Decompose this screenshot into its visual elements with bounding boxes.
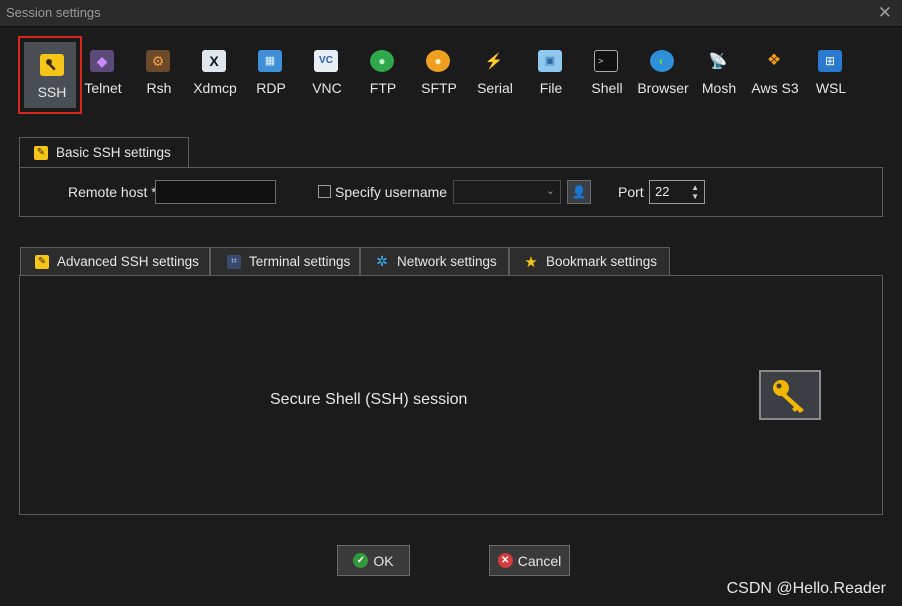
cancel-label: Cancel (517, 552, 562, 569)
check-icon: ✓ (353, 553, 369, 568)
browser-icon: ◐ (650, 50, 674, 72)
protocol-browser[interactable]: ◐ Browser (635, 36, 691, 112)
tab-label: Terminal settings (249, 254, 351, 269)
chevron-down-icon: ⌄ (545, 185, 555, 197)
protocol-ssh[interactable]: SSH (18, 36, 82, 114)
tab-label: Basic SSH settings (56, 145, 171, 160)
vnc-icon: VC (314, 50, 338, 72)
rdp-icon: ▦ (258, 50, 282, 72)
session-settings-dialog: Session settings ✕ SSH ◆ Telnet ⚙ Rsh X … (0, 0, 902, 606)
tab-label: Bookmark settings (546, 254, 658, 269)
specify-username-label: Specify username (335, 184, 448, 200)
wrench-icon: ✎ (35, 254, 49, 269)
tab-label: Network settings (397, 254, 497, 269)
cancel-icon: ✕ (497, 553, 513, 568)
protocol-serial[interactable]: ⚡ Serial (467, 36, 523, 112)
sftp-icon: ● (426, 50, 450, 72)
protocol-vnc[interactable]: VC VNC (299, 36, 355, 112)
file-icon: ▣ (538, 50, 562, 72)
tab-advanced-ssh-settings[interactable]: ✎ Advanced SSH settings (20, 247, 210, 275)
protocol-label: SSH (37, 84, 67, 100)
username-select[interactable]: ⌄ (453, 180, 561, 204)
spin-up-icon[interactable]: ▲ (691, 183, 699, 192)
protocol-label: Xdmcp (193, 80, 237, 96)
network-icon: ✲ (376, 253, 388, 269)
title-bar: Session settings ✕ (0, 0, 902, 27)
wsl-icon: ⊞ (818, 50, 842, 72)
basic-settings-group: Remote host * Specify username ⌄ 👤 Port … (19, 167, 883, 217)
protocol-label: File (539, 80, 563, 96)
protocol-label: WSL (815, 80, 847, 96)
port-value: 22 (655, 184, 670, 199)
spin-down-icon[interactable]: ▼ (691, 192, 699, 201)
protocol-label: SFTP (421, 80, 457, 96)
protocol-shell[interactable]: > Shell (579, 36, 635, 112)
tab-bookmark-settings[interactable]: ★ Bookmark settings (509, 247, 670, 275)
cancel-button[interactable]: ✕ Cancel (489, 545, 570, 576)
specify-username-checkbox[interactable] (318, 185, 331, 198)
protocol-xdmcp[interactable]: X Xdmcp (187, 36, 243, 112)
session-info-panel: Secure Shell (SSH) session (19, 275, 883, 515)
ok-label: OK (373, 552, 394, 569)
window-title: Session settings (6, 5, 101, 20)
aws-s3-icon: ❖ (762, 50, 786, 72)
protocol-label: Serial (477, 80, 513, 96)
protocol-label: Shell (591, 80, 623, 96)
tab-terminal-settings[interactable]: ⌗ Terminal settings (210, 247, 360, 275)
xdmcp-icon: X (202, 50, 226, 72)
protocol-mosh[interactable]: 📡 Mosh (691, 36, 747, 112)
protocol-rdp[interactable]: ▦ RDP (243, 36, 299, 112)
protocol-toolbar: SSH ◆ Telnet ⚙ Rsh X Xdmcp ▦ RDP VC VNC … (18, 36, 888, 114)
protocol-label: Browser (637, 80, 689, 96)
remote-host-label: Remote host * (68, 184, 157, 200)
watermark: CSDN @Hello.Reader (726, 580, 886, 597)
tab-basic-ssh-settings[interactable]: ✎ Basic SSH settings (19, 137, 189, 167)
remote-host-input[interactable] (155, 180, 276, 204)
protocol-label: Mosh (701, 80, 737, 96)
protocol-label: VNC (312, 80, 342, 96)
terminal-icon: ⌗ (227, 254, 241, 269)
ok-button[interactable]: ✓ OK (337, 545, 410, 576)
protocol-wsl[interactable]: ⊞ WSL (803, 36, 859, 112)
mosh-icon: 📡 (706, 50, 730, 72)
wrench-icon: ✎ (34, 145, 48, 160)
protocol-ftp[interactable]: ● FTP (355, 36, 411, 112)
telnet-icon: ◆ (90, 50, 114, 72)
protocol-label: Aws S3 (751, 80, 799, 96)
tab-label: Advanced SSH settings (57, 254, 199, 269)
protocol-rsh[interactable]: ⚙ Rsh (131, 36, 187, 112)
star-icon: ★ (524, 253, 538, 271)
protocol-label: Telnet (84, 80, 122, 96)
session-description: Secure Shell (SSH) session (270, 391, 468, 408)
protocol-file[interactable]: ▣ File (523, 36, 579, 112)
close-icon[interactable]: ✕ (878, 3, 892, 23)
shell-icon: > (594, 50, 618, 72)
port-label: Port (618, 184, 644, 200)
protocol-label: RDP (256, 80, 286, 96)
protocol-label: FTP (369, 80, 397, 96)
user-manager-button[interactable]: 👤 (567, 180, 591, 204)
ssh-key-icon (759, 370, 821, 420)
rsh-icon: ⚙ (146, 50, 170, 72)
user-icon: 👤 (571, 185, 587, 199)
tab-network-settings[interactable]: ✲ Network settings (360, 247, 509, 275)
ftp-icon: ● (370, 50, 394, 72)
protocol-sftp[interactable]: ● SFTP (411, 36, 467, 112)
protocol-aws-s3[interactable]: ❖ Aws S3 (747, 36, 803, 112)
protocol-telnet[interactable]: ◆ Telnet (75, 36, 131, 112)
port-spinner[interactable]: 22 ▲ ▼ (649, 180, 705, 204)
protocol-label: Rsh (146, 80, 172, 96)
ssh-key-icon (40, 54, 64, 76)
serial-icon: ⚡ (482, 50, 506, 72)
